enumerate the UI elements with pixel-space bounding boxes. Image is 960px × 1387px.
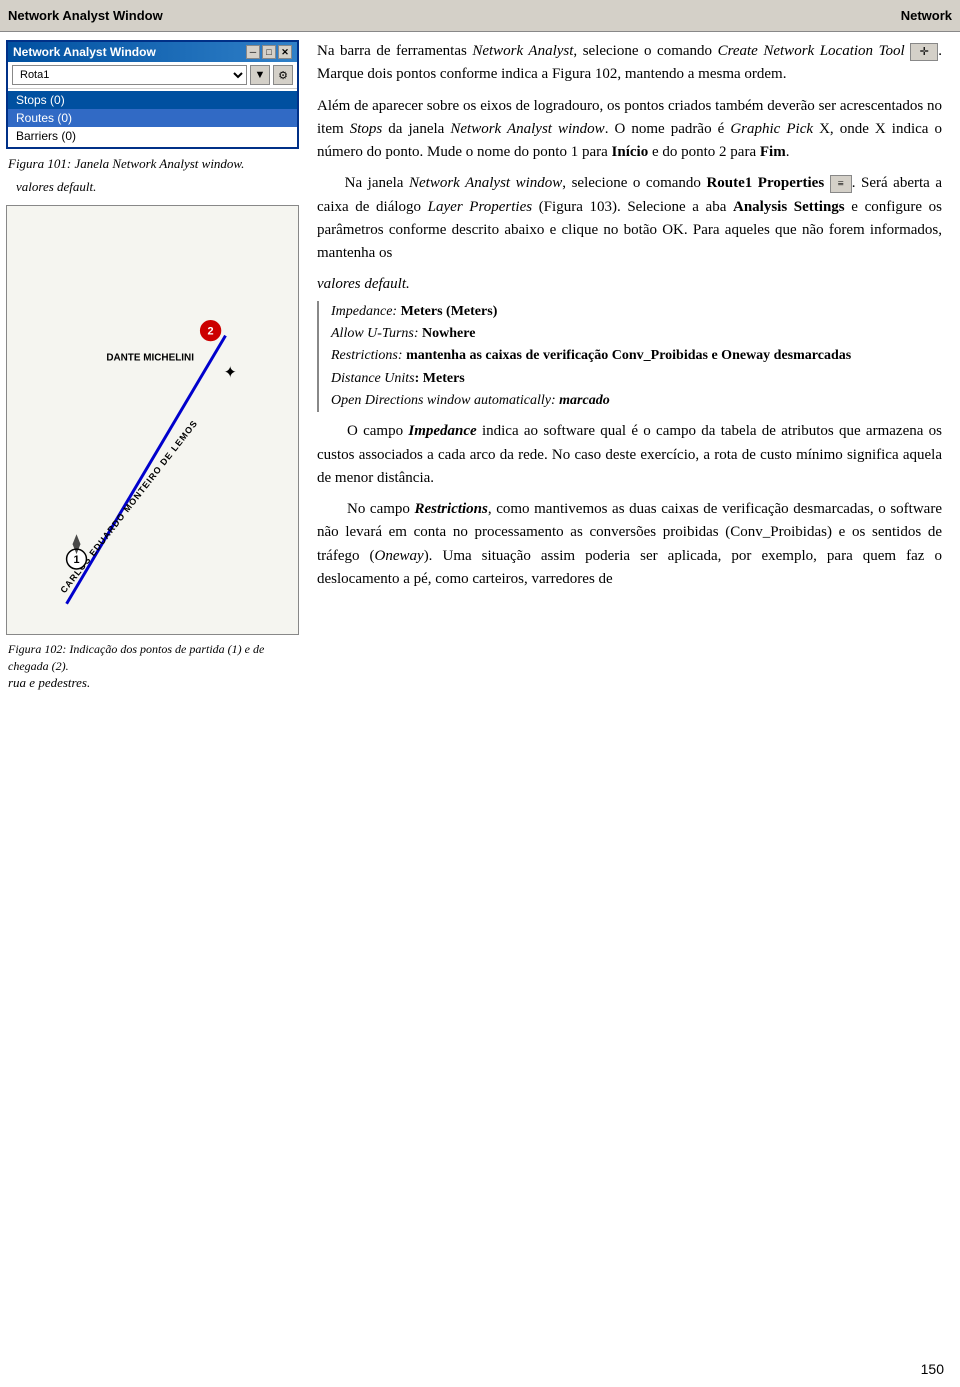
toolbar-icon-2: ≡ bbox=[830, 175, 852, 193]
param-u-turns: Allow U-Turns: Nowhere bbox=[331, 323, 942, 345]
naw-titlebar: Network Analyst Window ─ □ ✕ bbox=[8, 42, 297, 62]
fig101-values: valores default. bbox=[8, 179, 297, 195]
bottom-left-text: rua e pedestres. bbox=[8, 675, 90, 690]
naw-list-item-routes[interactable]: Routes (0) bbox=[8, 109, 297, 127]
param-list: Impedance: Meters (Meters) Allow U-Turns… bbox=[317, 301, 942, 413]
section-label: Network bbox=[901, 8, 952, 23]
para2: Além de aparecer sobre os eixos de logra… bbox=[317, 95, 942, 165]
param-restrictions: Restrictions: mantenha as caixas de veri… bbox=[331, 345, 942, 367]
naw-list-item-barriers[interactable]: Barriers (0) bbox=[8, 127, 297, 145]
page-number: 150 bbox=[921, 1361, 944, 1377]
fig101-caption: Figura 101: Janela Network Analyst windo… bbox=[8, 155, 297, 173]
bottom-left: rua e pedestres. bbox=[0, 675, 305, 691]
left-column: Network Analyst Window ─ □ ✕ Rota1 ▼ ⚙ S… bbox=[0, 32, 305, 675]
right-column: Na barra de ferramentas Network Analyst,… bbox=[305, 32, 960, 675]
param-impedance: Impedance: Meters (Meters) bbox=[331, 301, 942, 323]
naw-list: Stops (0) Routes (0) Barriers (0) bbox=[8, 89, 297, 147]
svg-text:✦: ✦ bbox=[224, 364, 237, 381]
para5: No campo Restrictions, como mantivemos a… bbox=[317, 498, 942, 591]
para4: O campo Impedance indica ao software qua… bbox=[317, 420, 942, 490]
param-distance: Distance Units: Meters bbox=[331, 368, 942, 390]
naw-list-item-stops[interactable]: Stops (0) bbox=[8, 91, 297, 109]
window-title: Network Analyst Window bbox=[8, 8, 163, 23]
svg-text:2: 2 bbox=[208, 326, 214, 338]
map-diagram: CARLOS EDUARDO MONTEIRO DE LEMOS DANTE M… bbox=[6, 205, 299, 635]
map-svg: CARLOS EDUARDO MONTEIRO DE LEMOS DANTE M… bbox=[7, 206, 298, 634]
para1: Na barra de ferramentas Network Analyst,… bbox=[317, 40, 942, 87]
page-body: Network Analyst Window ─ □ ✕ Rota1 ▼ ⚙ S… bbox=[0, 32, 960, 675]
network-analyst-window: Network Analyst Window ─ □ ✕ Rota1 ▼ ⚙ S… bbox=[6, 40, 299, 149]
minimize-button[interactable]: ─ bbox=[246, 45, 260, 59]
naw-dropdown-row: Rota1 ▼ ⚙ bbox=[8, 62, 297, 89]
naw-title: Network Analyst Window bbox=[13, 45, 156, 59]
naw-titlebar-icons: ─ □ ✕ bbox=[246, 45, 292, 59]
dropdown-arrow-button[interactable]: ▼ bbox=[250, 65, 270, 85]
fig102-caption: Figura 102: Indicação dos pontos de part… bbox=[0, 635, 305, 675]
route-dropdown[interactable]: Rota1 bbox=[12, 65, 247, 85]
svg-text:1: 1 bbox=[73, 554, 79, 566]
values-default-label: valores default. bbox=[317, 273, 942, 296]
naw-action-button[interactable]: ⚙ bbox=[273, 65, 293, 85]
close-button[interactable]: ✕ bbox=[278, 45, 292, 59]
para3: Na janela Network Analyst window, seleci… bbox=[317, 172, 942, 265]
bottom-row: rua e pedestres. bbox=[0, 675, 960, 691]
fig101-caption-area: Figura 101: Janela Network Analyst windo… bbox=[0, 149, 305, 195]
bottom-right bbox=[305, 675, 960, 691]
toolbar-icon-1: ✛ bbox=[910, 43, 938, 61]
svg-text:DANTE MICHELINI: DANTE MICHELINI bbox=[106, 353, 194, 364]
param-directions: Open Directions window automatically: ma… bbox=[331, 390, 942, 412]
restore-button[interactable]: □ bbox=[262, 45, 276, 59]
top-bar: Network Analyst Window Network bbox=[0, 0, 960, 32]
